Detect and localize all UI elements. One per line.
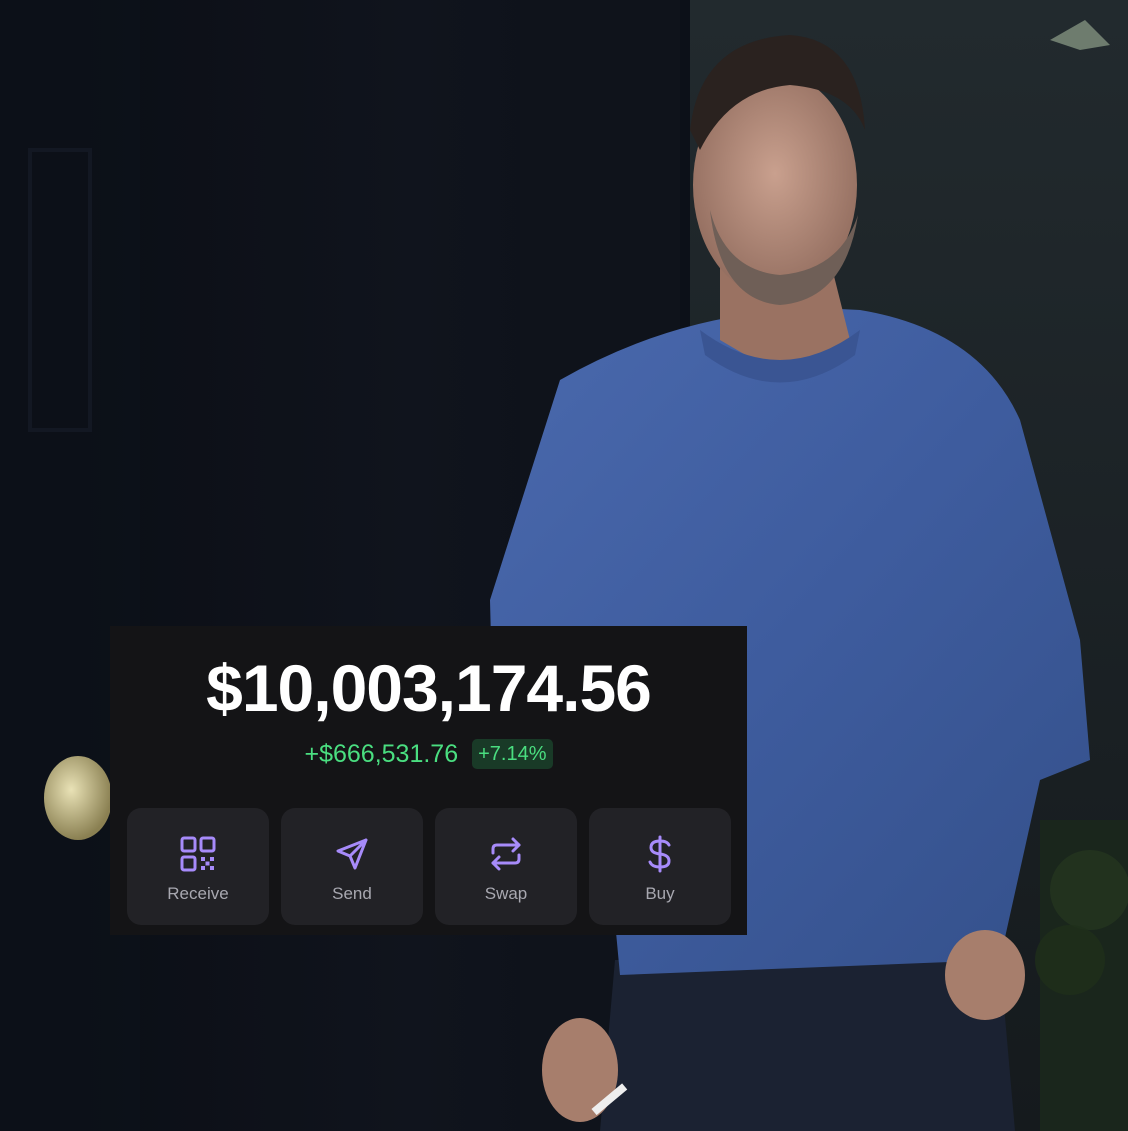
- wallet-balance-card: $10,003,174.56 +$666,531.76 +7.14% Recei…: [110, 626, 747, 935]
- receive-label: Receive: [167, 884, 229, 903]
- qr-code-icon: [180, 836, 216, 872]
- swap-label: Swap: [484, 884, 528, 903]
- receive-button[interactable]: Receive: [127, 808, 269, 925]
- dollar-icon: [648, 835, 671, 873]
- change-percent-badge: +7.14%: [472, 739, 553, 769]
- send-label: Send: [332, 884, 372, 903]
- send-button[interactable]: Send: [281, 808, 423, 925]
- meme-scene: $10,003,174.56 +$666,531.76 +7.14% Recei…: [0, 0, 1128, 1131]
- change-amount: +$666,531.76: [304, 740, 459, 768]
- swap-button[interactable]: Swap: [435, 808, 577, 925]
- buy-button[interactable]: Buy: [589, 808, 731, 925]
- action-buttons: Receive Send Swap Buy: [127, 808, 733, 925]
- total-balance: $10,003,174.56: [206, 651, 652, 725]
- balance-change-row: +$666,531.76 +7.14%: [110, 738, 747, 770]
- buy-label: Buy: [645, 884, 675, 903]
- swap-arrows-icon: [491, 837, 521, 871]
- background-photo: [0, 0, 1128, 1131]
- paper-plane-icon: [336, 838, 368, 870]
